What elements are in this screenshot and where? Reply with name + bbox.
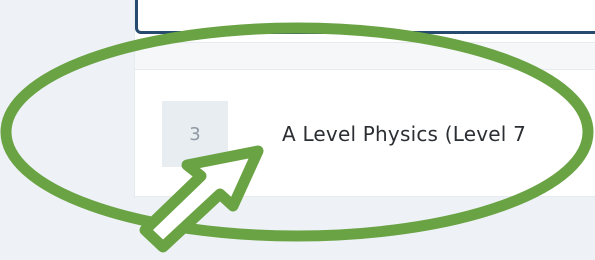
list-section-divider <box>135 42 595 70</box>
course-list-item[interactable]: 3 A Level Physics (Level 7 <box>135 96 595 172</box>
course-number-badge: 3 <box>162 101 228 167</box>
course-title[interactable]: A Level Physics (Level 7 <box>282 122 526 146</box>
screenshot-stage: 3 A Level Physics (Level 7 <box>0 0 595 260</box>
search-input[interactable] <box>135 0 595 34</box>
